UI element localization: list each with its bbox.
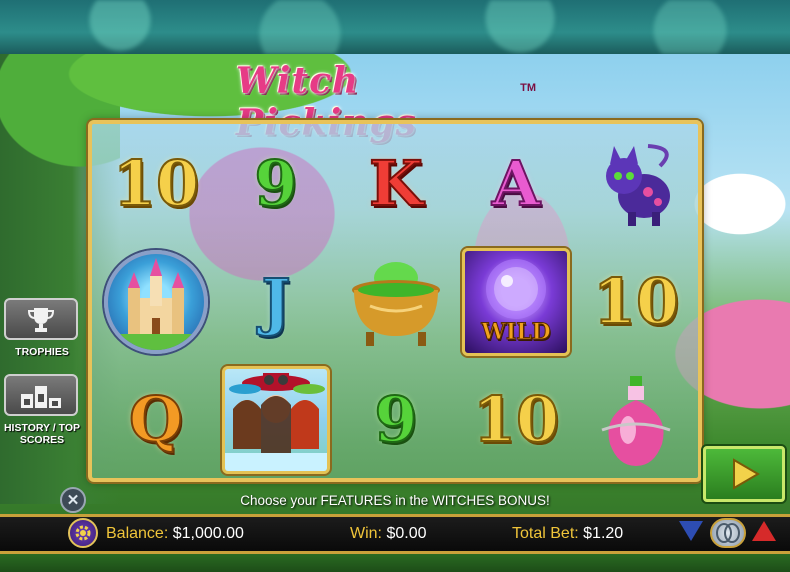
- coins-button[interactable]: [710, 518, 746, 548]
- reel-cell: [576, 126, 696, 242]
- symbol-king: K: [368, 147, 424, 220]
- reel-cell: 9: [336, 362, 456, 478]
- total-bet-label: Total Bet:: [512, 525, 579, 542]
- gear-icon: [75, 525, 91, 541]
- podium-icon: [21, 386, 61, 408]
- witches-icon: [222, 366, 330, 474]
- balance-display: Balance: $1,000.00: [106, 524, 244, 544]
- reel-cell: 10: [96, 126, 216, 242]
- spin-button[interactable]: [703, 446, 785, 502]
- close-button[interactable]: ✕: [60, 487, 86, 513]
- reel-cell: J: [216, 244, 336, 360]
- trophies-button[interactable]: [4, 298, 78, 340]
- reel-cell: K: [336, 126, 456, 242]
- crystal-ball-icon: [486, 259, 546, 319]
- trademark: TM: [520, 82, 536, 94]
- reel-cell: [216, 362, 336, 478]
- reel-cell: [576, 362, 696, 478]
- reel-cell: 10: [576, 244, 696, 360]
- symbol-ten: 10: [112, 147, 200, 220]
- bet-decrease-button[interactable]: [679, 521, 703, 541]
- reel-cell: [336, 244, 456, 360]
- balance-value: $1,000.00: [172, 525, 244, 542]
- close-icon: ✕: [66, 492, 80, 509]
- symbol-queen: Q: [128, 383, 184, 456]
- history-label: HISTORY / TOP SCORES: [3, 422, 81, 446]
- coins-icon: [716, 523, 740, 543]
- symbol-ten: 10: [472, 383, 560, 456]
- play-icon: [733, 458, 760, 490]
- settings-button[interactable]: [68, 518, 98, 548]
- reel-cell: 9: [216, 126, 336, 242]
- total-bet-display: Total Bet: $1.20: [512, 524, 623, 544]
- cauldron-icon: [352, 262, 440, 346]
- win-value: $0.00: [386, 525, 427, 542]
- total-bet-value: $1.20: [583, 525, 624, 542]
- wild-label: WILD: [481, 319, 552, 346]
- win-display: Win: $0.00: [350, 524, 427, 544]
- potion-icon: [601, 376, 671, 466]
- castle-icon: [104, 250, 208, 354]
- reel-cell: Q: [96, 362, 216, 478]
- reel-cell: A: [456, 126, 576, 242]
- symbol-ten: 10: [592, 265, 680, 338]
- history-button[interactable]: [4, 374, 78, 416]
- trophy-icon: [27, 308, 55, 332]
- win-label: Win:: [350, 525, 382, 542]
- wild-symbol: WILD: [462, 248, 570, 356]
- cat-icon: [606, 144, 670, 226]
- bonus-message: Choose your FEATURES in the WITCHES BONU…: [240, 493, 550, 508]
- symbol-nine: 9: [373, 383, 418, 456]
- reel-cell: [96, 244, 216, 360]
- reel-cell: 10: [456, 362, 576, 478]
- balance-label: Balance:: [106, 525, 169, 542]
- symbol-ace: A: [491, 147, 541, 220]
- bet-increase-button[interactable]: [752, 521, 776, 541]
- bottom-decoration: [0, 554, 790, 572]
- reel-grid: 10 Q 9 J K 9 A WILD 10 10: [88, 120, 702, 482]
- trophies-label: TROPHIES: [15, 346, 69, 358]
- top-banner: [0, 0, 790, 54]
- symbol-jack: J: [260, 265, 291, 338]
- symbol-nine: 9: [253, 147, 298, 220]
- reel-cell: WILD: [456, 244, 576, 360]
